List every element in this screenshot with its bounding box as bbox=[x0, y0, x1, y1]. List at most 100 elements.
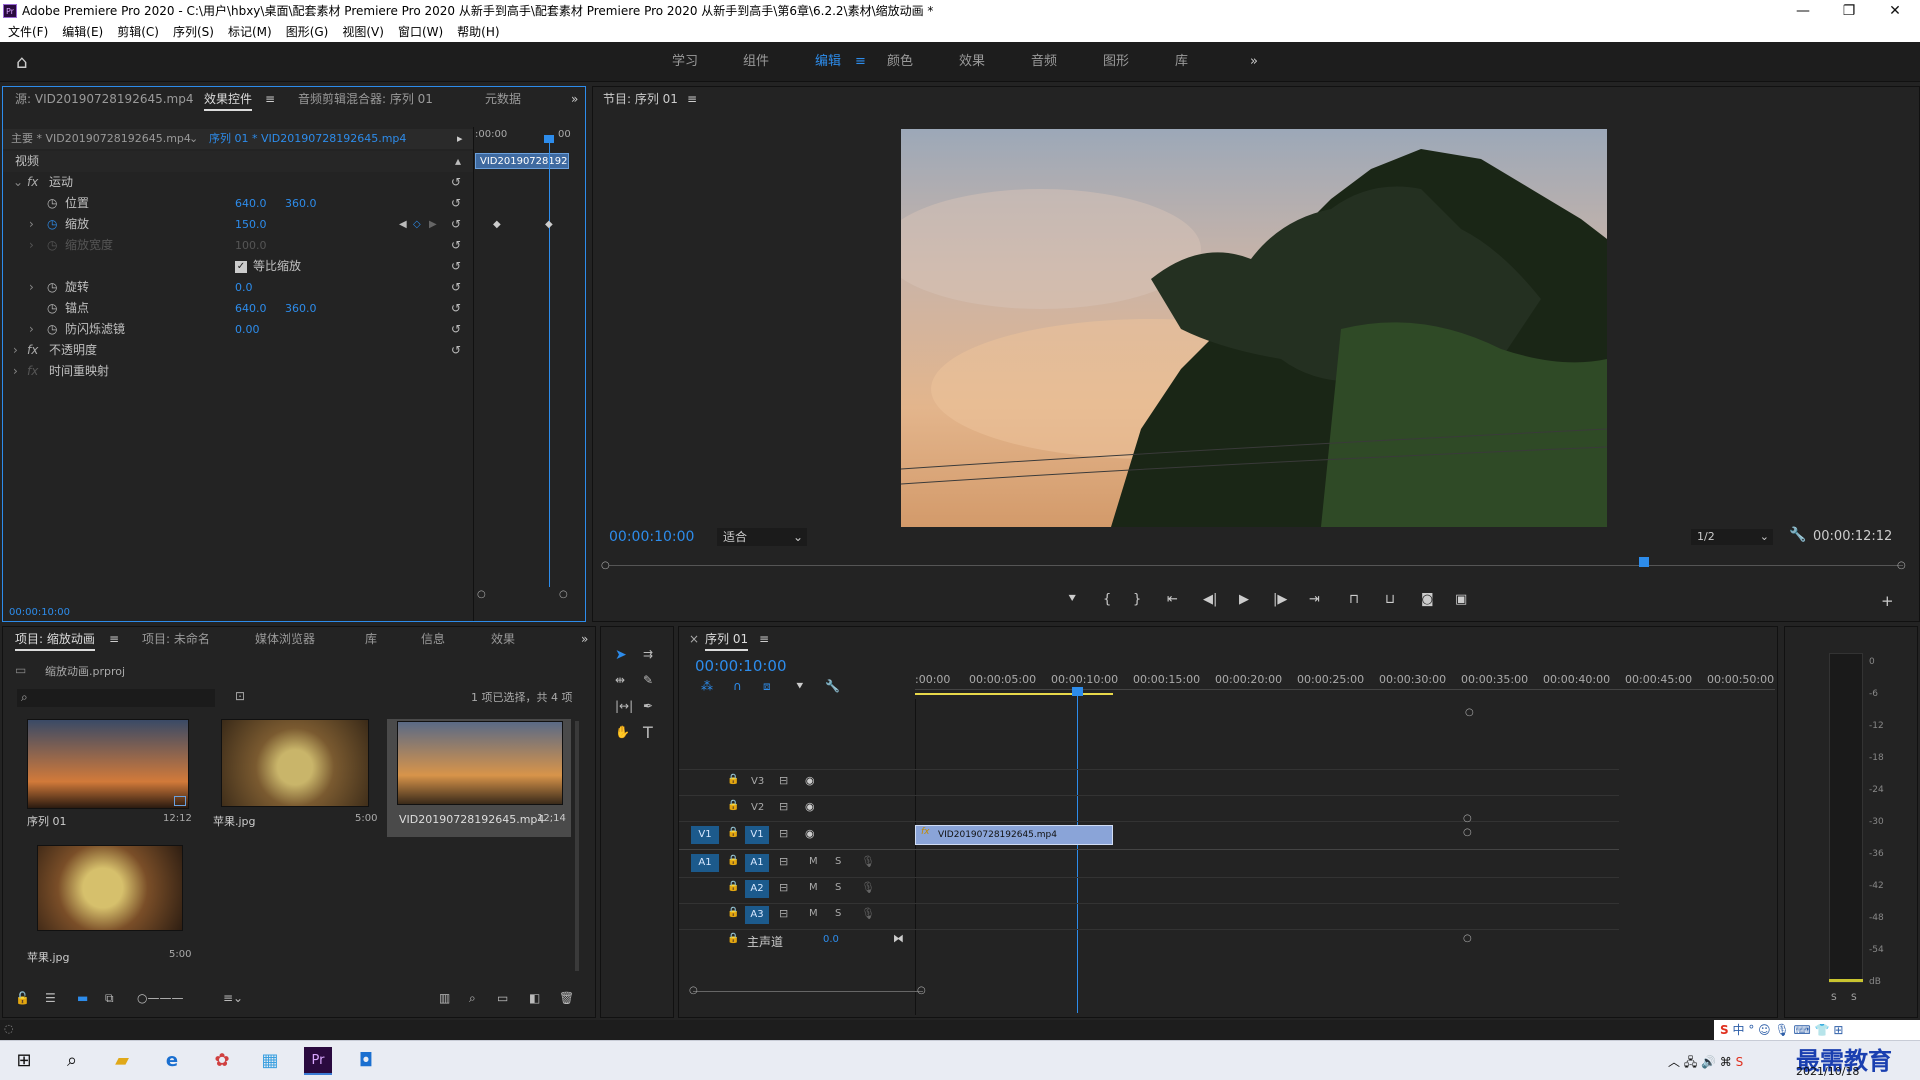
lock-icon[interactable]: 🔒 bbox=[727, 774, 739, 785]
reset-icon[interactable]: ↺ bbox=[451, 193, 461, 214]
track-target-a3[interactable]: A3 bbox=[745, 906, 769, 924]
mute-button[interactable]: M bbox=[809, 856, 818, 867]
ripple-edit-tool-icon[interactable]: ⇹ bbox=[615, 673, 625, 687]
anchor-y-value[interactable]: 360.0 bbox=[285, 298, 317, 319]
camera-icon[interactable]: ◙ bbox=[1421, 592, 1434, 607]
track-v3[interactable]: 🔒 V3 ⊟ ◉ bbox=[679, 771, 915, 793]
fx-icon[interactable]: fx bbox=[27, 340, 38, 361]
prop-uniform-scale[interactable]: ✓ 等比缩放 ↺ bbox=[3, 256, 473, 277]
item-name[interactable]: 序列 01 bbox=[27, 813, 67, 829]
lock-icon[interactable]: 🔒 bbox=[727, 881, 739, 892]
fit-dropdown[interactable]: 适合 ⌄ bbox=[717, 528, 807, 546]
scrub-end-icon[interactable]: ○ bbox=[1897, 560, 1906, 571]
pen-tool-icon[interactable]: ✒ bbox=[643, 699, 653, 713]
zoom-handle-icon[interactable]: ○ bbox=[477, 589, 486, 600]
search-icon[interactable]: ⌕ bbox=[58, 1047, 86, 1075]
dropdown-icon[interactable]: ⌄ bbox=[189, 129, 198, 149]
expand-icon[interactable]: › bbox=[29, 214, 34, 235]
minimize-button[interactable]: — bbox=[1780, 0, 1826, 22]
ime-toolbar[interactable]: S 中 ° ☺ 🎙 ⌨ 👕 ⊞ bbox=[1714, 1020, 1920, 1040]
stopwatch-icon[interactable]: ◷ bbox=[47, 319, 57, 340]
mic-icon[interactable]: 🎙 bbox=[861, 855, 875, 868]
tab-metadata[interactable]: 元数据 bbox=[485, 87, 521, 111]
reset-icon[interactable]: ↺ bbox=[451, 235, 461, 256]
ws-learn[interactable]: 学习 bbox=[672, 42, 698, 82]
quality-dropdown[interactable]: 1/2 ⌄ bbox=[1691, 529, 1773, 545]
extract-icon[interactable]: ⊔ bbox=[1385, 592, 1395, 607]
expand-icon[interactable]: › bbox=[29, 277, 34, 298]
rotation-value[interactable]: 0.0 bbox=[235, 277, 253, 298]
tab-project-zoom[interactable]: 项目: 缩放动画 bbox=[15, 627, 95, 651]
menu-sequence[interactable]: 序列(S) bbox=[173, 22, 214, 42]
track-master[interactable]: 🔒 主声道 0.0 ⧓ bbox=[679, 929, 915, 953]
freeform-view-icon[interactable]: ⧉ bbox=[105, 991, 114, 1006]
eye-icon[interactable]: ◉ bbox=[805, 827, 815, 840]
sync-lock-icon[interactable]: ⊟ bbox=[779, 800, 788, 813]
item-name[interactable]: 苹果.jpg bbox=[27, 949, 70, 965]
track-target-v1[interactable]: V1 bbox=[745, 826, 769, 844]
tab-info[interactable]: 信息 bbox=[421, 627, 445, 651]
new-item-icon[interactable]: ◧ bbox=[529, 991, 540, 1005]
stopwatch-icon[interactable]: ◷ bbox=[47, 277, 57, 298]
zoom-handle-icon[interactable]: ○ bbox=[559, 589, 568, 600]
collapse-icon[interactable]: ▴ bbox=[455, 151, 461, 172]
solo-button[interactable]: S bbox=[835, 908, 841, 919]
app-icon[interactable]: ▦ bbox=[256, 1047, 284, 1075]
uniform-scale-checkbox[interactable]: ✓ bbox=[235, 261, 247, 273]
close-button[interactable]: ✕ bbox=[1872, 0, 1918, 22]
stopwatch-icon[interactable]: ◷ bbox=[47, 298, 57, 319]
ws-editing[interactable]: 编辑 bbox=[815, 42, 841, 82]
track-a1[interactable]: A1 🔒 A1 ⊟ M S 🎙 bbox=[679, 851, 915, 875]
monitor-playhead[interactable] bbox=[1639, 557, 1649, 567]
track-v2[interactable]: 🔒 V2 ⊟ ◉ bbox=[679, 797, 915, 819]
scroll-handle-icon[interactable]: ○ bbox=[689, 985, 698, 996]
file-explorer-icon[interactable]: ▰ bbox=[108, 1047, 136, 1075]
play-icon[interactable]: ▶ bbox=[1239, 592, 1249, 607]
step-back-icon[interactable]: ◀| bbox=[1203, 592, 1217, 607]
close-sequence-icon[interactable]: × bbox=[689, 627, 699, 651]
scroll-handle-icon[interactable]: ○ bbox=[917, 985, 926, 996]
timeline-playhead[interactable] bbox=[1077, 689, 1078, 1013]
timeline-sequence-tab[interactable]: 序列 01 bbox=[705, 627, 749, 651]
fx-icon[interactable]: fx bbox=[27, 172, 38, 193]
timeline-timecode[interactable]: 00:00:10:00 bbox=[695, 657, 787, 675]
menu-graphics[interactable]: 图形(G) bbox=[286, 22, 329, 42]
lock-icon[interactable]: 🔒 bbox=[727, 855, 739, 866]
play-clip-icon[interactable]: ▸ bbox=[457, 129, 463, 149]
timeline-settings-icon[interactable]: 🔧 bbox=[825, 679, 840, 693]
app-icon[interactable]: ◘ bbox=[352, 1047, 380, 1075]
effect-timecode[interactable]: 00:00:10:00 bbox=[9, 607, 70, 618]
expand-icon[interactable]: › bbox=[29, 319, 34, 340]
reset-icon[interactable]: ↺ bbox=[451, 298, 461, 319]
lock-icon[interactable]: 🔒 bbox=[727, 907, 739, 918]
eye-icon[interactable]: ◉ bbox=[805, 800, 815, 813]
menu-clip[interactable]: 剪辑(C) bbox=[117, 22, 159, 42]
linked-selection-icon[interactable]: ⧈ bbox=[763, 679, 771, 694]
trash-icon[interactable]: 🗑 bbox=[559, 991, 574, 1005]
ws-graphics[interactable]: 图形 bbox=[1103, 42, 1129, 82]
tab-project-untitled[interactable]: 项目: 未命名 bbox=[142, 627, 210, 651]
premiere-taskbar-icon[interactable]: Pr bbox=[304, 1047, 332, 1075]
slip-tool-icon[interactable]: |↔| bbox=[615, 699, 633, 713]
menu-help[interactable]: 帮助(H) bbox=[457, 22, 499, 42]
position-y-value[interactable]: 360.0 bbox=[285, 193, 317, 214]
more-workspaces-icon[interactable]: » bbox=[1250, 42, 1258, 82]
tab-menu-icon[interactable]: ≡ bbox=[109, 627, 119, 651]
ws-color[interactable]: 颜色 bbox=[887, 42, 913, 82]
add-marker-icon[interactable]: ⯆ bbox=[795, 679, 805, 694]
ws-libraries[interactable]: 库 bbox=[1175, 42, 1188, 82]
sync-lock-icon[interactable]: ⊟ bbox=[779, 855, 788, 868]
mute-button[interactable]: M bbox=[809, 908, 818, 919]
menu-marker[interactable]: 标记(M) bbox=[228, 22, 272, 42]
solo-button[interactable]: S bbox=[835, 856, 841, 867]
scrub-start-icon[interactable]: ○ bbox=[601, 560, 610, 571]
scroll-handle-icon[interactable]: ○ bbox=[1463, 813, 1472, 824]
thumb-video[interactable] bbox=[397, 721, 563, 805]
tab-menu-icon[interactable]: ≡ bbox=[265, 87, 275, 111]
prev-keyframe-icon[interactable]: ◀ bbox=[399, 214, 407, 235]
next-keyframe-icon[interactable]: ▶ bbox=[429, 214, 437, 235]
expand-icon[interactable]: › bbox=[13, 361, 18, 382]
thumb-sequence[interactable] bbox=[27, 719, 189, 809]
windows-start-icon[interactable]: ⊞ bbox=[10, 1047, 38, 1075]
tab-media-browser[interactable]: 媒体浏览器 bbox=[255, 627, 315, 651]
